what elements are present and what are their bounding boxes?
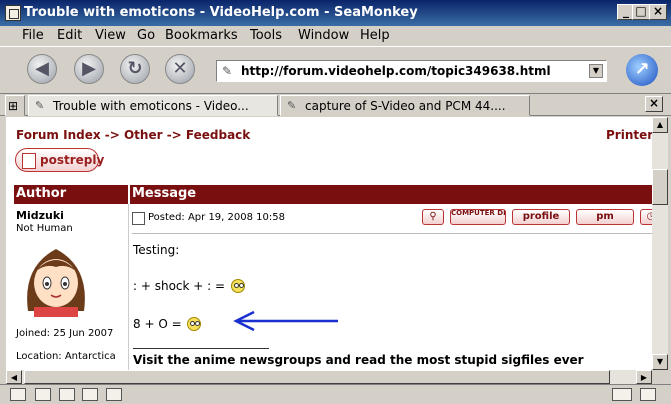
browser-icon[interactable] <box>10 388 26 401</box>
back-icon[interactable]: ◀ <box>27 54 57 84</box>
title-bar: Trouble with emoticons - VideoHelp.com -… <box>0 0 671 26</box>
menu-tools[interactable]: Tools <box>250 28 282 43</box>
menu-file[interactable]: File <box>22 28 44 43</box>
page-icon: ✎ <box>35 99 45 112</box>
breadcrumb: Forum Index -> Other -> Feedback <box>16 128 250 142</box>
menu-view[interactable]: View <box>95 28 126 43</box>
post-separator <box>132 233 652 234</box>
avatar <box>16 237 96 317</box>
tab-label: capture of S-Video and PCM 44.... <box>305 99 506 113</box>
tab-trouble-with-emoticons[interactable]: ✎ Trouble with emoticons - Video... <box>28 95 278 116</box>
author-joined: Joined: 25 Jun 2007 <box>16 328 114 339</box>
pm-button[interactable]: pm <box>576 209 634 225</box>
page-content: Forum Index -> Other -> Feedback Printer… <box>6 117 652 370</box>
menu-go[interactable]: Go <box>137 28 155 43</box>
menu-help[interactable]: Help <box>360 28 390 43</box>
profile-button[interactable]: profile <box>512 209 570 225</box>
author-header: Author <box>16 186 67 201</box>
maximize-button[interactable]: □ <box>632 4 650 20</box>
post-date: Posted: Apr 19, 2008 10:58 <box>132 212 285 225</box>
search-icon: ⚲ <box>429 211 437 222</box>
window-title: Trouble with emoticons - VideoHelp.com -… <box>24 5 418 20</box>
breadcrumb-separator: -> <box>162 128 186 142</box>
close-tab-button[interactable]: × <box>645 96 663 112</box>
url-input[interactable]: http://forum.videohelp.com/topic349638.h… <box>241 64 551 78</box>
author-location: Location: Antarctica <box>16 351 116 362</box>
url-dropdown-icon[interactable]: ▼ <box>589 64 603 78</box>
scroll-down-icon[interactable]: ▼ <box>652 354 668 370</box>
feedback-link[interactable]: Feedback <box>186 128 250 142</box>
page-icon: ✎ <box>287 99 297 112</box>
menu-bar: File Edit View Go Bookmarks Tools Window… <box>0 26 671 46</box>
author-rank: Not Human <box>16 223 73 234</box>
breadcrumb-separator: -> <box>100 128 124 142</box>
hscroll-thumb[interactable] <box>24 370 610 384</box>
signature-separator <box>133 348 269 349</box>
post-reply-button[interactable]: postreply <box>15 148 104 172</box>
post-line-text: : + shock + : = <box>133 279 226 293</box>
mail-icon[interactable] <box>35 388 51 401</box>
scroll-up-icon[interactable]: ▲ <box>652 117 668 133</box>
table-header: Author Message <box>14 185 652 204</box>
page-icon: ✎ <box>222 64 233 78</box>
post-author: Midzuki <box>16 209 64 222</box>
tab-capture-svideo[interactable]: ✎ capture of S-Video and PCM 44.... <box>280 95 530 116</box>
reload-icon[interactable]: ↻ <box>120 54 150 84</box>
computer-details-button[interactable]: COMPUTER DETAILS <box>450 209 506 225</box>
horizontal-scrollbar[interactable]: ◀ ▶ <box>6 370 652 384</box>
other-link[interactable]: Other <box>124 128 163 142</box>
scroll-left-icon[interactable]: ◀ <box>6 370 22 384</box>
message-header: Message <box>132 186 197 201</box>
menu-edit[interactable]: Edit <box>57 28 82 43</box>
address-book-icon[interactable] <box>106 388 122 401</box>
tab-label: Trouble with emoticons - Video... <box>53 99 249 113</box>
search-button[interactable]: ⚲ <box>422 209 444 225</box>
header-divider <box>128 185 130 204</box>
vertical-scrollbar[interactable]: ▲ ▼ <box>652 117 668 370</box>
cell-divider <box>128 204 129 370</box>
post-line-1: Testing: <box>133 243 180 257</box>
app-icon <box>5 5 21 21</box>
scroll-thumb[interactable] <box>652 169 668 205</box>
url-bar[interactable]: ✎ http://forum.videohelp.com/topic349638… <box>216 60 607 82</box>
navigation-toolbar: ◀ ▶ ↻ ✕ ✎ http://forum.videohelp.com/top… <box>0 46 671 94</box>
stop-icon[interactable]: ✕ <box>165 54 195 84</box>
forum-index-link[interactable]: Forum Index <box>16 128 101 142</box>
chat-icon[interactable] <box>59 388 75 401</box>
close-window-button[interactable]: × <box>649 4 667 20</box>
online-status-icon[interactable] <box>612 388 632 401</box>
post-line-2: : + shock + : = <box>133 279 245 293</box>
shock-emoticon-icon <box>230 279 245 293</box>
security-icon[interactable] <box>640 388 656 401</box>
scroll-right-icon[interactable]: ▶ <box>636 370 652 384</box>
tab-bar: ⊞ ✎ Trouble with emoticons - Video... ✎ … <box>0 94 671 116</box>
menu-bookmarks[interactable]: Bookmarks <box>165 28 238 43</box>
printer-link[interactable]: Printer <box>606 128 652 142</box>
blue-arrow-icon <box>233 311 338 331</box>
shock-emoticon-icon <box>187 317 202 331</box>
forward-icon[interactable]: ▶ <box>74 54 104 84</box>
more-button[interactable]: ◷ <box>640 209 652 225</box>
status-bar <box>0 384 671 404</box>
new-tab-button[interactable]: ⊞ <box>5 95 25 116</box>
post-line-text: 8 + O = <box>133 317 182 331</box>
signature: Visit the anime newsgroups and read the … <box>133 353 584 367</box>
menu-window[interactable]: Window <box>298 28 349 43</box>
seamonkey-throbber-icon[interactable]: ↗ <box>626 54 658 86</box>
composer-icon[interactable] <box>82 388 98 401</box>
post-line-3: 8 + O = <box>133 317 202 331</box>
